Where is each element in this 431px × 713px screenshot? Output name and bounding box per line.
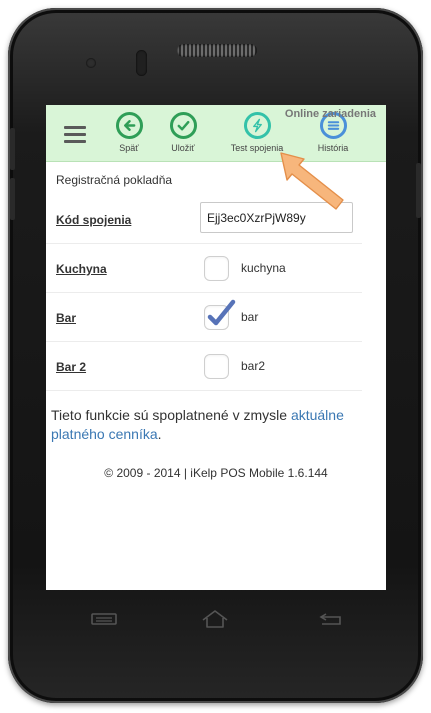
bar-checkbox-label: bar <box>241 310 259 324</box>
home-icon[interactable] <box>200 609 230 629</box>
volume-down-button <box>10 178 15 220</box>
test-connection-button[interactable]: Test spojenia <box>222 112 292 153</box>
menu-icon[interactable] <box>64 126 86 144</box>
power-button <box>416 163 421 218</box>
history-label: História <box>317 143 349 153</box>
volume-up-button <box>10 128 15 170</box>
printer-label-bar[interactable]: Bar <box>56 311 76 325</box>
bar2-checkbox-label: bar2 <box>241 359 266 373</box>
kuchyna-checkbox[interactable] <box>204 256 229 281</box>
pricing-info-suffix: . <box>157 426 162 442</box>
online-devices-label[interactable]: Online zariadenia <box>285 108 376 120</box>
checkmark-icon <box>169 112 197 139</box>
proximity-sensor <box>86 58 96 68</box>
printer-row-kuchyna: Kuchyna kuchyna <box>46 244 362 293</box>
back-nav-icon[interactable] <box>316 612 346 628</box>
recent-apps-icon[interactable] <box>89 612 119 626</box>
kuchyna-checkbox-label: kuchyna <box>241 261 286 275</box>
earpiece-speaker <box>177 44 257 57</box>
bar-checkbox[interactable] <box>204 299 236 330</box>
toolbar: Späť Uložiť Test spojenia História Onlin… <box>46 105 386 162</box>
save-label: Uložiť <box>171 143 195 153</box>
test-connection-label: Test spojenia <box>230 143 284 153</box>
pricing-info-text: Tieto funkcie sú spoplatnené v zmysle <box>51 407 291 423</box>
copyright-footer: © 2009 - 2014 | iKelp POS Mobile 1.6.144 <box>104 466 328 480</box>
lightning-icon <box>243 112 271 139</box>
section-title: Registračná pokladňa <box>56 173 173 187</box>
connection-code-row: Kód spojenia <box>46 195 362 244</box>
app-screen: Späť Uložiť Test spojenia História Onlin… <box>46 105 386 590</box>
printer-row-bar: Bar bar <box>46 293 362 342</box>
printer-label-kuchyna[interactable]: Kuchyna <box>56 262 107 276</box>
checkmark-icon <box>207 299 236 326</box>
front-camera <box>136 50 147 76</box>
printer-row-bar2: Bar 2 bar2 <box>46 342 362 391</box>
bar2-checkbox[interactable] <box>204 354 229 379</box>
pricing-info: Tieto funkcie sú spoplatnené v zmysle ak… <box>51 406 371 444</box>
arrow-left-icon <box>115 112 143 139</box>
printer-label-bar2[interactable]: Bar 2 <box>56 360 86 374</box>
save-button[interactable]: Uložiť <box>148 112 218 153</box>
connection-code-label[interactable]: Kód spojenia <box>56 213 131 227</box>
connection-code-input[interactable] <box>200 202 353 233</box>
